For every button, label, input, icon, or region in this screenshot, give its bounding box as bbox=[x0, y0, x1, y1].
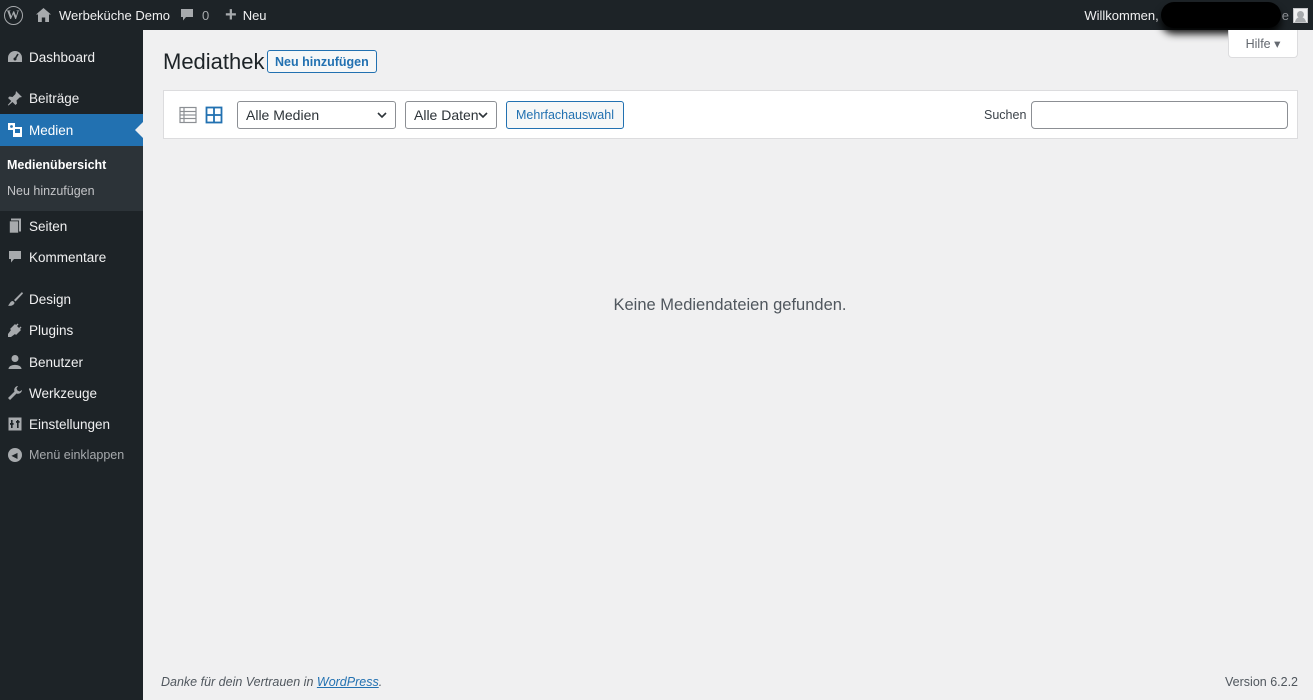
sidebar-item-label: Kommentare bbox=[29, 249, 107, 265]
comment-bubble-icon bbox=[180, 8, 194, 22]
sidebar-item-label: Werkzeuge bbox=[29, 385, 98, 401]
site-name-link[interactable]: Werbeküche Demo bbox=[36, 0, 170, 30]
sidebar-item-label: Design bbox=[29, 291, 72, 307]
empty-state-message: Keine Mediendateien gefunden. bbox=[613, 296, 847, 314]
new-content-menu[interactable]: + Neu bbox=[225, 0, 267, 30]
avatar[interactable] bbox=[1293, 7, 1308, 23]
sidebar-item-label: Plugins bbox=[29, 322, 74, 338]
sidebar-item-comments[interactable]: Kommentare bbox=[0, 241, 143, 273]
media-type-filter-value: Alle Medien bbox=[246, 107, 320, 123]
sidebar-item-design[interactable]: Design bbox=[0, 283, 143, 315]
sidebar-item-plugins[interactable]: Plugins bbox=[0, 314, 143, 346]
page-title: Mediathek bbox=[163, 49, 265, 74]
wordpress-link[interactable]: WordPress bbox=[317, 675, 379, 689]
footer-version: Version 6.2.2 bbox=[1225, 675, 1298, 689]
dashboard-icon bbox=[0, 50, 29, 64]
plus-icon: + bbox=[225, 4, 237, 26]
bulk-select-button[interactable]: Mehrfachauswahl bbox=[506, 101, 624, 129]
media-toolbar: Alle Medien Alle Daten Mehrfachauswahl S… bbox=[163, 90, 1298, 139]
submenu-item-library[interactable]: Medienübersicht bbox=[7, 158, 106, 172]
welcome-text: Willkommen, bbox=[1084, 7, 1159, 23]
admin-bar: W Werbeküche Demo 0 + Neu Willkommen, e bbox=[0, 0, 1313, 30]
list-view-icon[interactable] bbox=[179, 106, 197, 124]
chevron-down-icon bbox=[377, 112, 387, 119]
new-content-label: Neu bbox=[242, 7, 267, 23]
user-icon bbox=[0, 354, 29, 370]
sidebar-item-tools[interactable]: Werkzeuge bbox=[0, 377, 143, 409]
site-name-label: Werbeküche Demo bbox=[59, 7, 171, 23]
date-filter[interactable]: Alle Daten bbox=[405, 101, 497, 129]
sidebar-item-media[interactable]: Medien bbox=[0, 114, 143, 146]
sidebar-item-label: Seiten bbox=[29, 218, 68, 234]
comment-icon bbox=[0, 250, 29, 264]
search-input[interactable] bbox=[1031, 101, 1288, 129]
add-new-button[interactable]: Neu hinzufügen bbox=[267, 50, 377, 73]
help-tab-button[interactable]: Hilfe ▾ bbox=[1228, 30, 1298, 58]
my-account-menu[interactable]: Willkommen, e bbox=[1084, 0, 1313, 30]
collapse-menu-label: Menü einklappen bbox=[29, 448, 125, 462]
grid-view-icon[interactable] bbox=[205, 106, 223, 124]
sidebar-item-users[interactable]: Benutzer bbox=[0, 346, 143, 378]
welcome-text-tail: e bbox=[1281, 7, 1289, 23]
collapse-arrow-icon: ◀ bbox=[0, 448, 29, 462]
footer-thanks-text: Danke für dein Vertrauen in bbox=[161, 675, 317, 689]
sidebar-item-label: Beiträge bbox=[29, 90, 80, 106]
submenu-item-add-new[interactable]: Neu hinzufügen bbox=[7, 184, 95, 198]
sidebar-item-label: Benutzer bbox=[29, 354, 84, 370]
media-submenu: Medienübersicht Neu hinzufügen bbox=[0, 146, 143, 211]
sidebar-item-settings[interactable]: Einstellungen bbox=[0, 408, 143, 440]
media-icon bbox=[0, 122, 29, 138]
sidebar-item-label: Medien bbox=[29, 122, 74, 138]
footer-thanks: Danke für dein Vertrauen in WordPress. bbox=[161, 675, 382, 689]
wrench-icon bbox=[0, 385, 29, 401]
main-content: Hilfe ▾ Mediathek Neu hinzufügen Alle Me… bbox=[143, 30, 1313, 700]
settings-icon bbox=[0, 417, 29, 431]
search-label: Suchen bbox=[984, 108, 1027, 122]
chevron-down-icon bbox=[478, 112, 488, 119]
admin-sidebar: Dashboard Beiträge Medien Medienübersich… bbox=[0, 30, 143, 700]
pin-icon bbox=[0, 90, 29, 106]
footer-thanks-suffix: . bbox=[378, 675, 383, 689]
redacted-username bbox=[1160, 2, 1281, 28]
pages-icon bbox=[0, 218, 29, 234]
brush-icon bbox=[0, 291, 29, 307]
comments-link[interactable]: 0 bbox=[180, 0, 209, 30]
date-filter-value: Alle Daten bbox=[414, 107, 479, 123]
plugin-icon bbox=[0, 322, 29, 338]
sidebar-item-label: Dashboard bbox=[29, 49, 96, 65]
collapse-menu-button[interactable]: ◀ Menü einklappen bbox=[0, 439, 143, 471]
wordpress-logo-icon: W bbox=[3, 5, 23, 25]
media-type-filter[interactable]: Alle Medien bbox=[237, 101, 396, 129]
home-icon bbox=[36, 8, 51, 22]
sidebar-item-dashboard[interactable]: Dashboard bbox=[0, 41, 143, 73]
sidebar-item-pages[interactable]: Seiten bbox=[0, 210, 143, 242]
sidebar-item-label: Einstellungen bbox=[29, 416, 111, 432]
wordpress-logo-menu[interactable]: W bbox=[3, 0, 23, 30]
sidebar-item-posts[interactable]: Beiträge bbox=[0, 82, 143, 114]
comment-count: 0 bbox=[202, 7, 210, 23]
